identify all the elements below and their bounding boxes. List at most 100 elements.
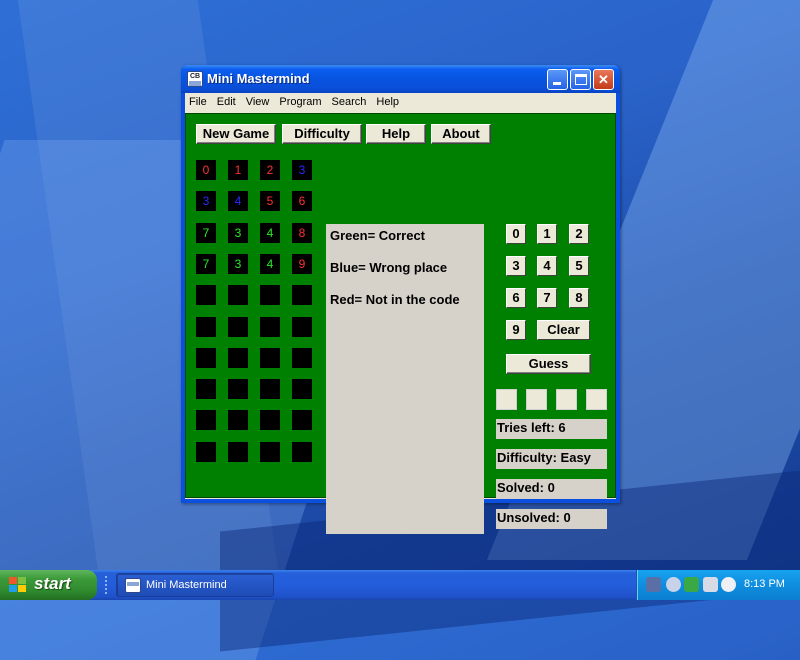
digit-key-5[interactable]: 5 — [569, 256, 589, 276]
board-cell — [196, 379, 216, 399]
digit-key-6[interactable]: 6 — [506, 288, 526, 308]
menu-view[interactable]: View — [241, 93, 275, 113]
board-cell — [260, 379, 280, 399]
start-button[interactable]: start — [0, 570, 97, 600]
legend-green: Green= Correct — [330, 228, 426, 243]
board-cell — [196, 348, 216, 368]
maximize-button[interactable] — [570, 69, 591, 90]
digit-key-7[interactable]: 7 — [537, 288, 557, 308]
board-cell: 8 — [292, 223, 312, 243]
menu-bar: File Edit View Program Search Help — [185, 93, 616, 113]
guess-slot — [586, 389, 607, 410]
minimize-icon — [553, 82, 561, 85]
bluetooth-icon[interactable] — [666, 577, 681, 592]
menu-search[interactable]: Search — [327, 93, 372, 113]
clear-button[interactable]: Clear — [537, 320, 590, 340]
digit-key-8[interactable]: 8 — [569, 288, 589, 308]
solved-label: Solved: 0 — [496, 479, 607, 499]
board-cell — [228, 410, 248, 430]
board-cell: 7 — [196, 223, 216, 243]
digit-key-9[interactable]: 9 — [506, 320, 526, 340]
digit-key-0[interactable]: 0 — [506, 224, 526, 244]
board-cell — [260, 285, 280, 305]
minimize-button[interactable] — [547, 69, 568, 90]
digit-key-1[interactable]: 1 — [537, 224, 557, 244]
board-cell — [260, 317, 280, 337]
board-cell: 2 — [260, 160, 280, 180]
guess-slot — [526, 389, 547, 410]
board-cell: 3 — [228, 254, 248, 274]
board-cell: 3 — [292, 160, 312, 180]
board-cell — [292, 379, 312, 399]
board-cell: 0 — [196, 160, 216, 180]
board-cell — [196, 442, 216, 462]
board-cell — [196, 317, 216, 337]
board-cell: 4 — [228, 191, 248, 211]
clock-icon[interactable] — [721, 577, 736, 592]
windows-logo-icon — [9, 577, 27, 593]
digit-key-4[interactable]: 4 — [537, 256, 557, 276]
legend-red: Red= Not in the code — [330, 292, 460, 307]
taskbar-grip[interactable] — [105, 576, 108, 594]
taskbar-app-button[interactable]: Mini Mastermind — [116, 573, 274, 597]
start-label: start — [34, 574, 71, 593]
board-cell — [228, 442, 248, 462]
help-button[interactable]: Help — [366, 124, 426, 144]
menu-help[interactable]: Help — [371, 93, 404, 113]
board-cell — [228, 285, 248, 305]
taskbar: start Mini Mastermind 8:13 PM — [0, 570, 800, 600]
board-cell: 4 — [260, 223, 280, 243]
board-cell — [292, 285, 312, 305]
window-title: Mini Mastermind — [207, 71, 310, 86]
app-icon[interactable]: CB — [187, 71, 203, 87]
menu-program[interactable]: Program — [274, 93, 326, 113]
maximize-icon — [575, 74, 587, 85]
board-cell — [260, 348, 280, 368]
clock[interactable]: 8:13 PM — [744, 578, 785, 590]
guess-button[interactable]: Guess — [506, 354, 591, 374]
board-cell: 5 — [260, 191, 280, 211]
volume-icon[interactable] — [703, 577, 718, 592]
close-icon: ✕ — [598, 72, 609, 87]
board-cell — [260, 410, 280, 430]
board-cell: 1 — [228, 160, 248, 180]
board-cell — [292, 348, 312, 368]
board-cell — [196, 410, 216, 430]
update-icon[interactable] — [684, 577, 699, 592]
tries-left-label: Tries left: 6 — [496, 419, 607, 439]
board-cell: 3 — [196, 191, 216, 211]
board-cell — [228, 317, 248, 337]
board-cell — [228, 348, 248, 368]
about-button[interactable]: About — [431, 124, 491, 144]
board-cell — [292, 317, 312, 337]
new-game-button[interactable]: New Game — [196, 124, 276, 144]
board-cell — [196, 285, 216, 305]
digit-key-2[interactable]: 2 — [569, 224, 589, 244]
board-cell: 6 — [292, 191, 312, 211]
guess-slot — [556, 389, 577, 410]
unsolved-label: Unsolved: 0 — [496, 509, 607, 529]
close-button[interactable]: ✕ — [593, 69, 614, 90]
board-cell — [260, 442, 280, 462]
board-cell — [292, 442, 312, 462]
board-cell: 4 — [260, 254, 280, 274]
menu-edit[interactable]: Edit — [212, 93, 241, 113]
app-window: CB Mini Mastermind ✕ File Edit View Program… — [181, 65, 620, 534]
difficulty-button[interactable]: Difficulty — [282, 124, 362, 144]
app-icon-text: CB — [189, 73, 201, 80]
guess-slot — [496, 389, 517, 410]
board-cell — [292, 410, 312, 430]
legend-panel: Green= Correct Blue= Wrong place Red= No… — [326, 224, 484, 534]
menu-file[interactable]: File — [185, 93, 212, 113]
system-tray: 8:13 PM — [636, 570, 800, 600]
digit-key-3[interactable]: 3 — [506, 256, 526, 276]
difficulty-label: Difficulty: Easy — [496, 449, 607, 469]
board-cell: 7 — [196, 254, 216, 274]
taskbar-app-label: Mini Mastermind — [146, 579, 227, 591]
title-bar[interactable]: CB Mini Mastermind ✕ — [181, 65, 620, 93]
app-icon — [125, 578, 141, 593]
board-cell: 3 — [228, 223, 248, 243]
client-area: New Game Difficulty Help About 012334567… — [185, 113, 616, 534]
network-icon[interactable] — [646, 577, 661, 592]
board-cell — [228, 379, 248, 399]
